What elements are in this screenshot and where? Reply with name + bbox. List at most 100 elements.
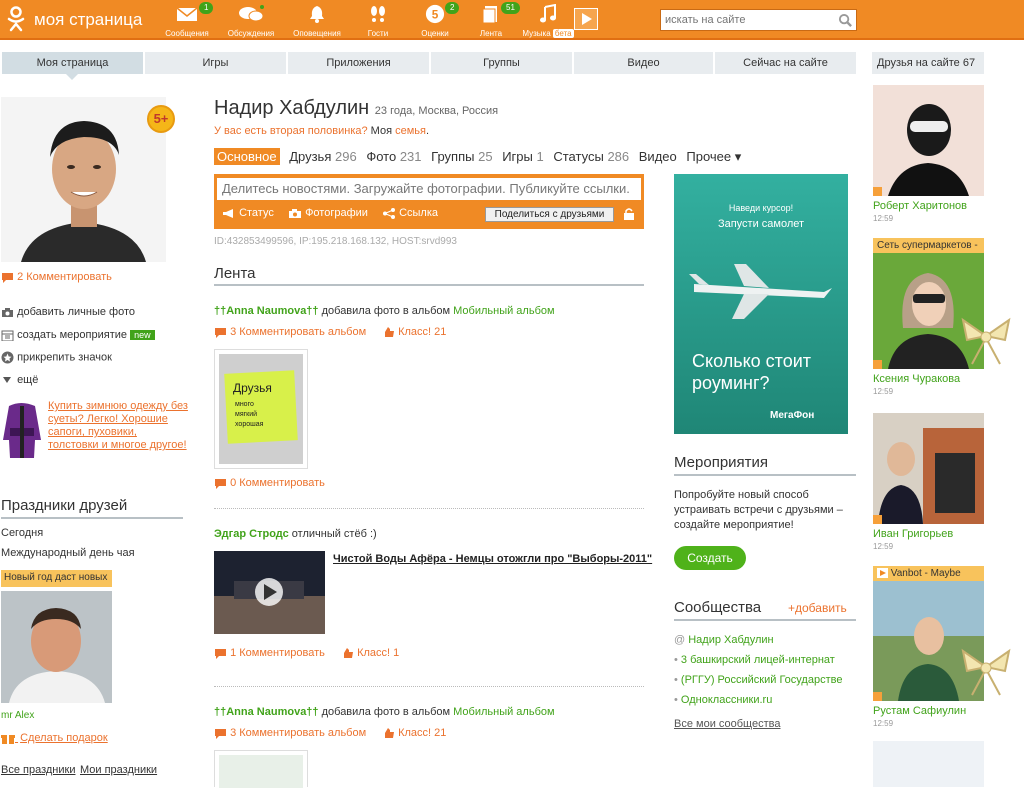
feed-author[interactable]: ††Anna Naumova†† [214,706,319,718]
feed-photo[interactable] [214,750,308,788]
tab-video[interactable]: Видео [574,52,713,74]
search-input[interactable] [661,10,831,30]
profile-photo[interactable] [1,97,166,262]
rating-badge[interactable]: 5+ [147,105,175,133]
tab-online-now[interactable]: Сейчас на сайте [715,52,856,74]
tab-groups[interactable]: Группы [431,52,572,74]
nav-feed[interactable]: 51 Лента [463,2,520,38]
top-bar: моя страница 1 Сообщения Обсуждения Опов… [0,0,1024,40]
comment-link[interactable]: 1 Комментировать [214,647,325,659]
comment-album-link[interactable]: 3 Комментировать альбом [214,326,366,338]
friend-name[interactable]: Иван Григорьев [873,528,984,540]
play-icon [582,13,592,25]
album-link[interactable]: Мобильный альбом [453,305,554,317]
ad-jacket-image[interactable] [1,400,43,462]
photo-comments-link[interactable]: 2 Комментировать [1,271,112,283]
feed-photo[interactable]: Друзья много мягкий хорошая [214,349,308,469]
share-photos-button[interactable]: Фотографии [288,207,368,219]
nav-notifications[interactable]: Оповещения [289,4,345,38]
klass-icon [385,728,394,739]
friend-photo[interactable] [873,413,984,524]
odnoklassniki-logo-icon[interactable] [5,6,27,32]
album-link[interactable]: Мобильный альбом [453,706,554,718]
video-thumbnail[interactable] [214,551,325,634]
community-item[interactable]: @ Надир Хабдулин [674,634,774,646]
friend-name[interactable]: Рустам Сафиулин [873,705,984,717]
feed-author[interactable]: Эдгар Стродс [214,528,289,540]
svg-text:5: 5 [432,8,439,22]
partner-link[interactable]: У вас есть вторая половинка? [214,125,368,137]
subtab-games[interactable]: Игры 1 [502,149,544,164]
subtab-main[interactable]: Основное [214,148,280,165]
klass-button[interactable]: Класс! 21 [383,326,446,338]
all-communities-link[interactable]: Все мои сообщества [674,718,780,730]
klass-button[interactable]: Класс! 1 [342,647,399,659]
subtab-friends[interactable]: Друзья 296 [289,149,357,164]
community-item[interactable]: • Одноклассники.ru [674,694,772,706]
subtab-groups[interactable]: Группы 25 [431,149,492,164]
subtab-video[interactable]: Видео [639,149,677,164]
share-with-friends-button[interactable]: Поделиться с друзьями [485,207,614,222]
divider [674,619,856,621]
friend-time: 12:59 [873,214,894,223]
community-item[interactable]: • (РГГУ) Российский Государстве [674,674,856,686]
action-add-photo[interactable]: добавить личные фото [1,306,135,318]
make-gift-link[interactable]: Сделать подарок [1,732,108,745]
friend-name[interactable]: Роберт Харитонов [873,200,984,212]
messages-count: 1 [199,2,214,14]
megafon-ad-banner[interactable]: Наведи курсор! Запусти самолет Сколько с… [674,174,848,434]
gift-icon [1,735,15,744]
action-attach-badge[interactable]: прикрепить значок [1,351,112,364]
photo-comment-link[interactable]: 0 Комментировать [214,477,325,489]
nav-ratings[interactable]: 5 2 Оценки [407,2,463,38]
friend-card[interactable]: Иван Григорьев 12:59 [873,413,984,551]
nav-guests[interactable]: Гости [350,4,406,38]
feed-author[interactable]: ††Anna Naumova†† [214,305,319,317]
subtab-statuses[interactable]: Статусы 286 [553,149,629,164]
online-marker [873,692,882,701]
share-link-button[interactable]: Ссылка [382,207,438,219]
feed-item-2-header: Эдгар Стродс отличный стёб :) [214,528,377,540]
camera-icon [2,307,13,317]
share-input[interactable]: Делитесь новостями. Загружайте фотографи… [217,178,641,200]
tab-games[interactable]: Игры [145,52,286,74]
friend-card[interactable]: Роберт Харитонов 12:59 [873,85,984,223]
nav-discussions[interactable]: Обсуждения [223,4,279,38]
subtab-more[interactable]: Прочее ▾ [686,149,741,164]
action-more[interactable]: ещё [1,374,38,386]
logo-text[interactable]: моя страница [34,10,142,30]
subtab-photos[interactable]: Фото 231 [366,149,421,164]
create-event-button[interactable]: Создать [674,546,746,570]
add-community-link[interactable]: +добавить [788,601,847,615]
comment-album-link[interactable]: 3 Комментировать альбом [214,727,366,739]
divider [214,284,644,286]
friend-photo[interactable] [873,85,984,196]
ad-text-link[interactable]: Купить зимнюю одежду без суеты? Легко! Х… [48,400,188,452]
share-box: Делитесь новостями. Загружайте фотографи… [214,174,644,229]
my-holidays-link[interactable]: Мои праздники [80,764,157,776]
tab-my-page[interactable]: Моя страница [2,52,143,74]
video-title-link[interactable]: Чистой Воды Афёра - Немцы отожгли про "В… [333,553,652,565]
friend-name[interactable]: Ксения Чуракова [873,373,984,385]
klass-button[interactable]: Класс! 21 [383,727,446,739]
action-create-event[interactable]: создать мероприятие new [1,329,155,342]
share-status-button[interactable]: Статус [222,207,274,219]
nav-messages[interactable]: 1 Сообщения [159,2,215,38]
all-holidays-link[interactable]: Все праздники [1,764,75,776]
nav-label: Сообщения [165,29,209,38]
family-link[interactable]: семья [395,125,426,137]
nav-music[interactable]: Музыка бета [520,4,576,38]
search-icon[interactable] [838,13,853,28]
nav-label: Оценки [421,29,449,38]
lock-icon[interactable] [623,207,635,221]
friend-photo[interactable] [1,591,112,703]
banner-top1: Наведи курсор! [728,203,794,213]
community-item[interactable]: • 3 башкирский лицей-интернат [674,654,835,666]
profile-name: Надир Хабдулин 23 года, Москва, Россия [214,97,499,119]
active-tab-arrow-icon [66,74,78,80]
feed-icon [482,6,497,24]
play-music-button[interactable] [574,8,598,30]
friend-name[interactable]: mr Alex [1,710,34,721]
tab-apps[interactable]: Приложения [288,52,429,74]
friend-card-partial[interactable] [873,741,984,787]
